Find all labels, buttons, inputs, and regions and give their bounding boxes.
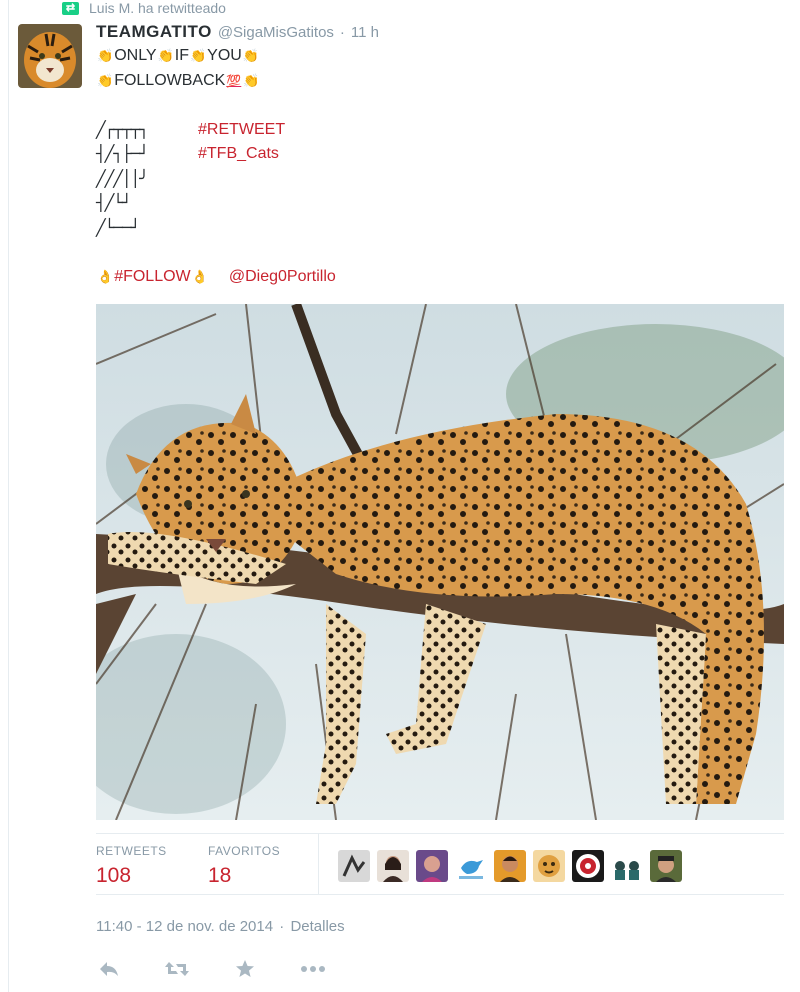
avatar[interactable] [416,850,448,882]
word-you: YOU [207,47,242,64]
clap-icon: 👏 [97,48,114,63]
tweet-text: 👏 ONLY 👏 IF 👏 YOU 👏 👏 FOLLOWBACK 💯 👏 ╱┌┬… [96,44,776,289]
box-drawing-art: ╱┌┬┬┬┐ [96,119,149,139]
tweet-line-followback: 👏 FOLLOWBACK 💯 👏 [96,69,776,94]
details-link[interactable]: Detalles [290,918,344,935]
box-drawing-art: ┤╱┐├─┘ [96,144,149,163]
tweet-line-only-if-you: 👏 ONLY 👏 IF 👏 YOU 👏 [96,44,776,69]
tiger-avatar-image [18,24,82,88]
ok-hand-icon: 👌 [97,268,114,284]
art-line-2: ┤╱┐├─┘ #TFB_Cats [96,142,776,167]
favorites-label: FAVORITOS [208,844,281,858]
retweeted-by-label[interactable]: Luis M. ha retwitteado [89,0,226,16]
avatar[interactable] [338,850,370,882]
tweet-time[interactable]: 11 h [351,24,379,41]
avatar[interactable] [650,850,682,882]
ok-hand-icon: 👌 [191,268,208,284]
avatar[interactable] [611,850,643,882]
leopard-photo [96,304,784,820]
display-name[interactable]: TEAMGATITO [96,22,212,42]
clap-icon: 👏 [189,48,207,63]
favorites-stat[interactable]: FAVORITOS 18 [208,844,280,888]
tweet-actions [96,958,326,980]
timestamp-text: 11:40 - 12 de nov. de 2014 [96,918,274,935]
favorite-icon[interactable] [232,958,258,980]
tweet-timestamp: 11:40 - 12 de nov. de 2014 · Detalles [96,918,345,935]
word-only: ONLY [114,47,157,64]
hashtag-follow[interactable]: #FOLLOW [114,265,190,290]
avatar[interactable] [18,24,82,88]
clap-icon: 👏 [242,48,260,63]
art-line-5: ╱└──┘ [96,216,776,241]
tweet-header: TEAMGATITO @SigaMisGatitos · 11 h [96,22,379,42]
more-icon[interactable] [300,958,326,980]
timestamp-separator: · [279,918,285,935]
hashtag-retweet[interactable]: #RETWEET [198,118,285,143]
timeline-left-border [8,0,9,992]
retweets-label: RETWEETS [96,844,167,858]
box-drawing-art: ╱╱╱││╯ [96,168,149,188]
tweet-photo[interactable] [96,304,784,820]
tweet-line-follow: 👌 #FOLLOW 👌 @Dieg0Portillo [96,265,776,290]
user-mention[interactable]: @Dieg0Portillo [229,265,336,290]
art-line-4: ┤╱└┘ [96,191,776,216]
avatar[interactable] [455,850,487,882]
art-line-3: ╱╱╱││╯ [96,167,776,192]
clap-icon: 👏 [97,72,114,88]
favoriters-avatars [338,850,682,882]
favorites-count: 18 [208,864,232,887]
stats-divider [318,834,319,894]
retweet-icon: ⇄ [62,1,79,15]
avatar[interactable] [494,850,526,882]
user-handle[interactable]: @SigaMisGatitos [218,24,334,41]
header-separator: · [339,24,345,41]
avatar[interactable] [533,850,565,882]
clap-icon: 👏 [157,48,174,63]
retweet-icon[interactable] [164,958,190,980]
hashtag-tfb-cats[interactable]: #TFB_Cats [198,142,279,167]
avatar[interactable] [377,850,409,882]
hundred-points-icon: 💯 [226,73,242,88]
retweet-context: ⇄ Luis M. ha retwitteado [62,0,226,16]
retweets-stat[interactable]: RETWEETS 108 [96,844,167,888]
avatar[interactable] [572,850,604,882]
word-followback: FOLLOWBACK [114,71,226,89]
word-if: IF [174,47,189,64]
tweet-stats: RETWEETS 108 FAVORITOS 18 [96,833,784,895]
clap-icon: 👏 [243,72,260,88]
art-line-1: ╱┌┬┬┬┐ #RETWEET [96,118,776,143]
box-drawing-art: ┤╱└┘ [96,193,132,212]
reply-icon[interactable] [96,958,122,980]
retweets-count: 108 [96,864,132,887]
box-drawing-art: ╱└──┘ [96,217,140,237]
